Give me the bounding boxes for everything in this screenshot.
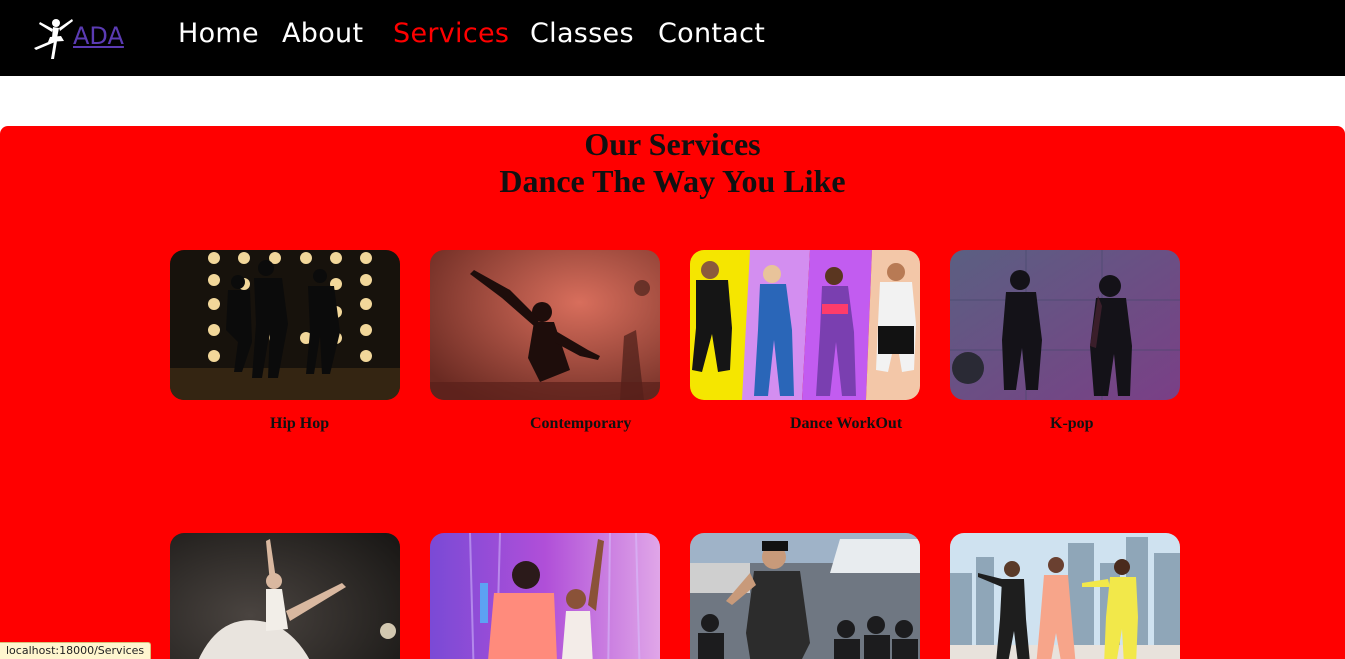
nav-link-classes[interactable]: Classes — [530, 18, 634, 49]
nav-link-services[interactable]: Services — [393, 18, 509, 49]
ballerina-logo-icon[interactable] — [26, 14, 74, 60]
kpop-photo[interactable] — [950, 250, 1180, 400]
nav-link-home[interactable]: Home — [178, 18, 259, 49]
service-label-hip-hop: Hip Hop — [270, 415, 330, 432]
service-label-dance-workout: Dance WorkOut — [790, 415, 903, 432]
service-label-kpop: K-pop — [1050, 415, 1094, 432]
section-title: Our Services — [584, 126, 761, 162]
navbar: ADA Home About Services Classes Contact — [0, 0, 1345, 76]
section-subtitle: Dance The Way You Like — [499, 163, 846, 199]
ballet-photo[interactable] — [170, 533, 400, 659]
nav-link-about[interactable]: About — [282, 18, 363, 49]
services-section: Our Services Dance The Way You Like Hip … — [0, 126, 1345, 659]
nav-link-contact[interactable]: Contact — [658, 18, 765, 49]
street-dance-photo[interactable] — [690, 533, 920, 659]
hip-hop-photo[interactable] — [170, 250, 400, 400]
contemporary-photo[interactable] — [430, 250, 660, 400]
brand-link[interactable]: ADA — [73, 22, 124, 50]
rooftop-dance-photo[interactable] — [950, 533, 1180, 659]
dance-workout-photo[interactable] — [690, 250, 920, 400]
salsa-photo[interactable] — [430, 533, 660, 659]
service-label-contemporary: Contemporary — [530, 415, 632, 432]
status-bar-url: localhost:18000/Services — [0, 642, 152, 659]
